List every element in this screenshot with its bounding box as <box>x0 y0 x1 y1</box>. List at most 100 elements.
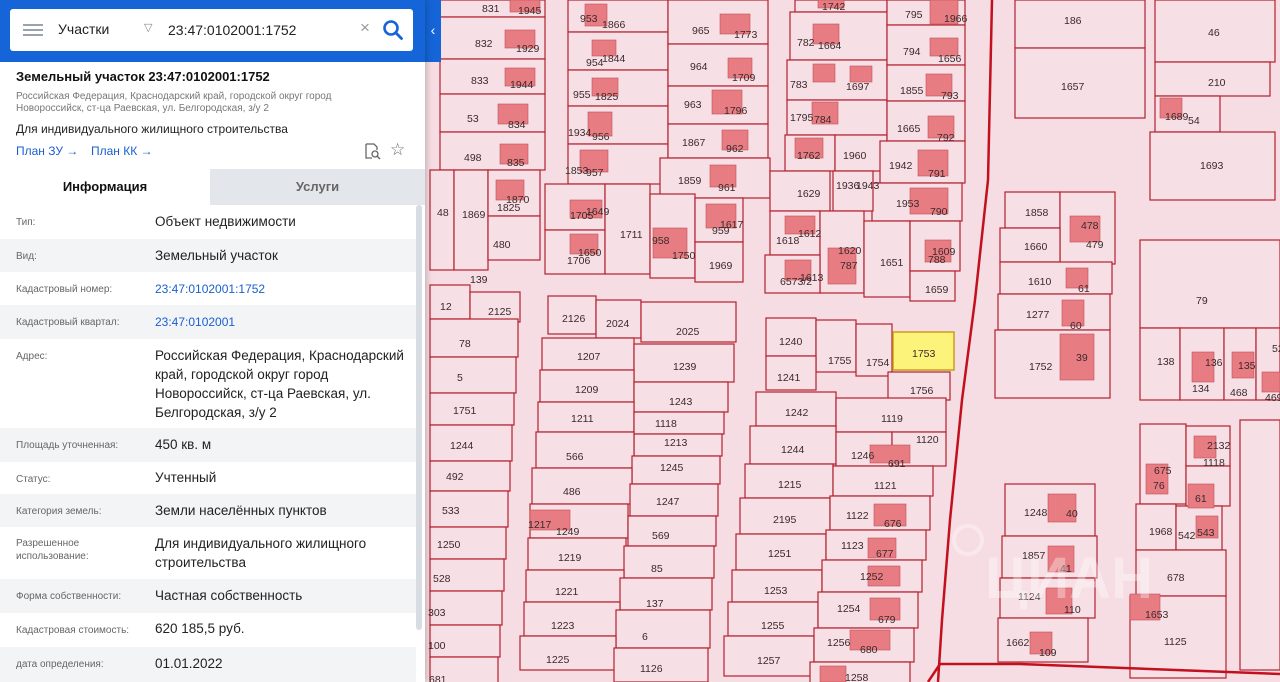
parcel-label: 963 <box>684 99 702 111</box>
cadastral-number-link[interactable]: 23:47:0102001:1752 <box>155 280 413 299</box>
info-row-area: Площадь уточненная: 450 кв. м <box>0 428 416 462</box>
parcel-label: 76 <box>1153 480 1165 492</box>
parcel-label: 1253 <box>764 585 788 597</box>
parcel-label: 1118 <box>655 418 677 430</box>
hamburger-menu-icon[interactable] <box>23 21 43 39</box>
parcel-label: 1969 <box>709 260 733 272</box>
panel-scrollbar[interactable] <box>416 205 422 630</box>
parcel-label: 1753 <box>912 348 936 360</box>
info-value: Российская Федерация, Краснодарский край… <box>155 348 404 420</box>
parcel-label: 1241 <box>777 372 801 384</box>
parcel-label: 2125 <box>488 306 512 318</box>
parcel-label: 139 <box>470 274 488 286</box>
parcel-label: 1751 <box>453 405 477 417</box>
parcel-label: 543 <box>1197 527 1215 539</box>
parcel-label: 1960 <box>843 150 867 162</box>
parcel-label: 792 <box>937 132 955 144</box>
document-search-icon[interactable] <box>364 143 381 160</box>
parcel-label: 1250 <box>437 539 461 551</box>
star-icon[interactable]: ☆ <box>390 141 405 159</box>
parcel-label: 691 <box>888 458 906 470</box>
parcel-label: 138 <box>1157 356 1175 368</box>
parcel-label: 1929 <box>516 43 540 55</box>
info-row-cadastral-quarter: Кадастровый квартал: 23:47:0102001 <box>0 305 416 339</box>
parcel-label: 46 <box>1208 27 1220 39</box>
info-row-cadastral-value: Кадастровая стоимость: 620 185,5 руб. <box>0 613 416 647</box>
info-key: Разрешенное использование: <box>16 538 89 562</box>
chevron-down-icon[interactable]: ▽ <box>144 21 152 34</box>
parcel-label: 1859 <box>678 175 702 187</box>
parcel-label: 1207 <box>577 351 601 363</box>
parcel-label: 1251 <box>768 548 792 560</box>
search-icon[interactable] <box>382 19 404 41</box>
parcel-label: 78 <box>459 338 471 350</box>
collapse-panel-button[interactable]: ‹ <box>425 0 441 62</box>
info-panel: Участки ▽ × Земельный участок 23:47:0102… <box>0 0 425 682</box>
parcel-purpose: Для индивидуального жилищного строительс… <box>16 122 288 136</box>
parcel-label: 1795 <box>790 112 814 124</box>
parcel-label: 1697 <box>846 81 870 93</box>
search-type-select[interactable]: Участки <box>58 21 109 37</box>
parcel-label: 210 <box>1208 77 1226 89</box>
parcel-label: 542 <box>1178 530 1196 542</box>
info-key: Кадастровый квартал: <box>16 317 120 328</box>
info-key: Вид: <box>16 251 37 262</box>
parcel-label: 60 <box>1070 320 1082 332</box>
tab-services[interactable]: Услуги <box>210 169 425 205</box>
parcel-label: 961 <box>718 182 736 194</box>
parcel-label: 1609 <box>932 246 956 258</box>
parcel-label: 1243 <box>669 396 693 408</box>
info-key: Площадь уточненная: <box>16 440 119 451</box>
parcel-label: 1934 <box>568 127 592 139</box>
parcel-label: 1689 <box>1165 111 1189 123</box>
info-value: Объект недвижимости <box>155 214 296 229</box>
parcel-label: 100 <box>428 640 446 652</box>
parcel-label: 677 <box>876 548 894 560</box>
parcel-address-line1: Российская Федерация, Краснодарский край… <box>16 91 332 102</box>
parcel-label: 478 <box>1081 220 1099 232</box>
plan-zu-link[interactable]: План ЗУ → <box>16 144 78 158</box>
parcel-label: 469 <box>1265 392 1280 404</box>
info-row-valuation-date: дата определения: 01.01.2022 <box>0 647 416 682</box>
parcel-label: 1217 <box>528 519 552 531</box>
parcel-label: 1245 <box>660 462 684 474</box>
info-key: Форма собственности: <box>16 591 122 602</box>
parcel-label: 1613 <box>800 272 824 284</box>
parcel-label: 1755 <box>828 355 852 367</box>
tab-information[interactable]: Информация <box>0 169 210 205</box>
search-input[interactable] <box>168 20 358 40</box>
parcel-label: 1254 <box>837 603 861 615</box>
info-value: Земельный участок <box>155 248 278 263</box>
parcel-label: 1651 <box>880 257 904 269</box>
info-row-status: Статус: Учтенный <box>0 462 416 494</box>
info-row-cadastral-number: Кадастровый номер: 23:47:0102001:1752 <box>0 272 416 305</box>
parcel-label: 533 <box>442 505 460 517</box>
parcel-label: 953 <box>580 13 598 25</box>
parcel-label: 1650 <box>578 247 602 259</box>
parcel-label: 1742 <box>822 1 846 13</box>
parcel-label: 1665 <box>897 123 921 135</box>
parcel-label: 1844 <box>602 53 626 65</box>
parcel-label: 1610 <box>1028 276 1052 288</box>
plan-kk-link[interactable]: План КК → <box>91 144 153 158</box>
parcel-label: 1649 <box>586 206 610 218</box>
parcel-label: 1239 <box>673 361 697 373</box>
parcel-label: 795 <box>905 9 923 21</box>
svg-text:ЦИАН: ЦИАН <box>985 546 1153 611</box>
parcel-label: 782 <box>797 37 815 49</box>
parcel-label: 136 <box>1205 357 1223 369</box>
parcel-label: 79 <box>1196 295 1208 307</box>
parcel-label: 528 <box>433 573 451 585</box>
info-key: Адрес: <box>16 351 48 362</box>
parcel-label: 135 <box>1238 360 1256 372</box>
parcel-label: 793 <box>941 90 959 102</box>
parcel-label: 498 <box>464 152 482 164</box>
parcel-label: 1796 <box>724 105 748 117</box>
info-value: 01.01.2022 <box>155 656 223 671</box>
cadastral-quarter-link[interactable]: 23:47:0102001 <box>155 313 413 332</box>
parcel-label: 1247 <box>656 496 680 508</box>
parcel-label: 486 <box>563 486 581 498</box>
parcel-label: 1225 <box>546 654 570 666</box>
parcel-label: 109 <box>1039 647 1057 659</box>
clear-icon[interactable]: × <box>360 18 370 38</box>
